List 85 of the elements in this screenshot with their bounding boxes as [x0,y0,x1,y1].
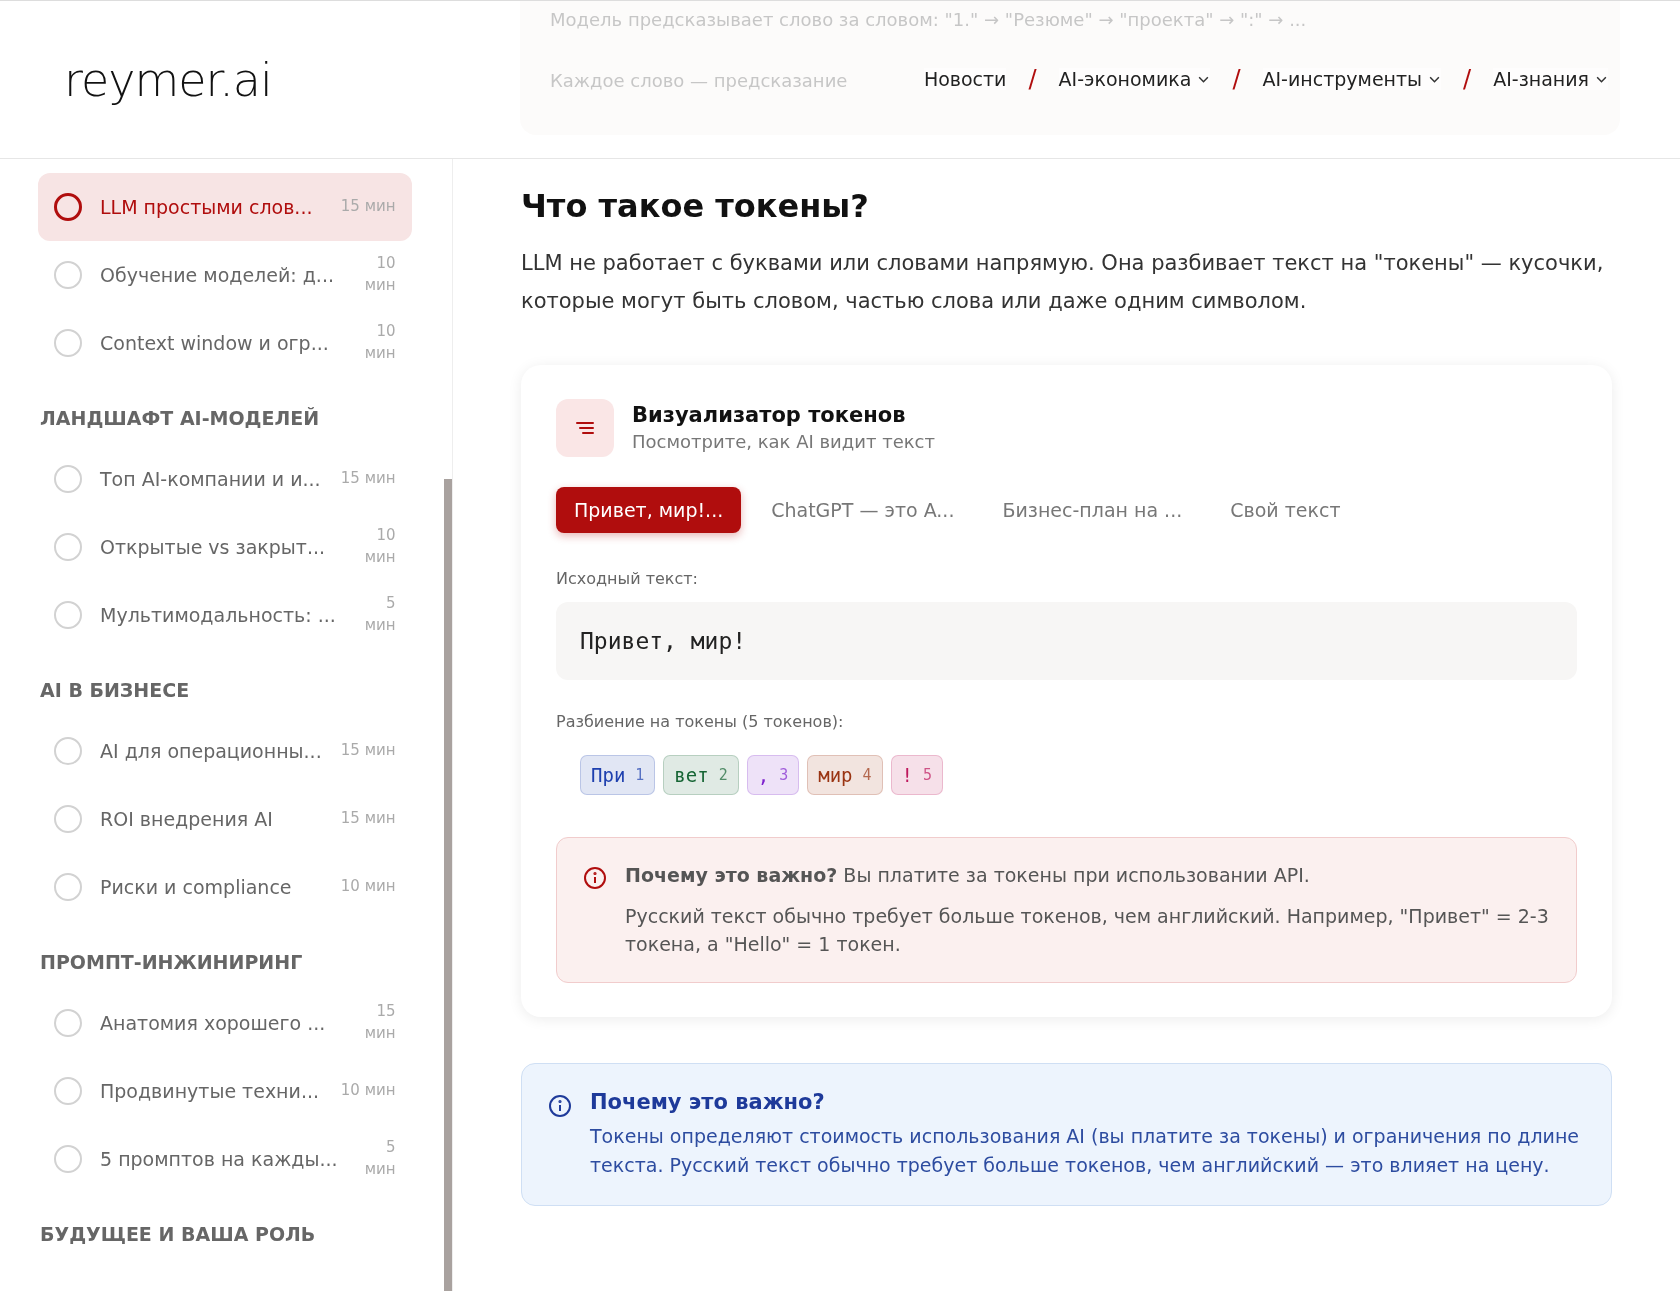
status-circle-icon [54,533,82,561]
lesson-title: Обучение моделей: д... [100,264,334,286]
lesson-duration: 10 мин [363,321,396,364]
token-index: 1 [635,765,645,784]
lesson-title: ROI внедрения AI [100,808,273,830]
lesson-item[interactable]: Риски и compliance 10 мин [38,853,412,921]
lesson-item[interactable]: Context window и огр... 10 мин [38,309,412,377]
status-circle-icon [54,1077,82,1105]
lesson-item[interactable]: AI для операционны... 15 мин [38,717,412,785]
lesson-item[interactable]: Обучение моделей: д... 10 мин [38,241,412,309]
status-circle-icon [54,601,82,629]
logo[interactable]: reymer.ai [64,52,272,107]
note-text: Русский текст обычно требует больше токенов, чем английский. Например, "Привет" = 2-3 токена, а "Hello" = 1 токен. [625,904,1550,957]
lesson-item[interactable]: Топ AI-компании и и... 15 мин [38,445,412,513]
example-tab[interactable]: Свой текст [1212,486,1359,533]
lesson-title: Открытые vs закрыт... [100,536,325,558]
page-heading: Что такое токены? [521,187,870,225]
status-circle-icon [54,329,82,357]
lesson-duration: 15 мин [339,740,396,762]
info-icon [583,865,607,890]
lesson-title: Продвинутые техни... [100,1080,319,1102]
slash-separator: / [1463,65,1472,93]
lesson-duration: 10 мин [363,525,396,568]
lesson-item[interactable]: Продвинутые техни... 10 мин [38,1057,412,1125]
lesson-duration: 15 мин [339,468,396,490]
lines-icon [556,398,614,457]
status-circle-icon [54,261,82,289]
field-label: Разбиение на токены (5 токенов): [556,711,845,731]
example-tab[interactable]: Привет, мир!... [556,486,742,533]
section-heading: БУДУЩЕЕ И ВАША РОЛЬ [40,1223,317,1245]
lesson-duration: 5 мин [363,1137,396,1180]
lesson-title: LLM простыми слов... [100,196,313,218]
callout-text: Токены определяют стоимость использования AI (вы платите за токены) и ограничения по длине текста. Русский текст обычно требует больше токенов, чем английский — это влияет на цену. [590,1124,1581,1178]
token-index: 3 [779,765,789,784]
card-title: Визуализатор токенов [632,403,907,428]
lesson-duration: 15 мин [339,808,396,830]
lesson-item[interactable]: 5 промптов на кажды... 5 мин [38,1125,412,1193]
token-text: ! [901,763,913,786]
lesson-duration: 10 мин [363,253,396,296]
token-text: , [757,763,770,786]
token-index: 5 [923,765,933,784]
lesson-item[interactable]: LLM простыми слов... 15 мин [38,173,412,241]
token-index: 2 [718,765,728,784]
token-text: При [591,763,626,786]
status-circle-icon [54,193,82,221]
status-circle-icon [54,873,82,901]
callout-title: Почему это важно? [590,1090,826,1115]
lesson-title: Анатомия хорошего ... [100,1012,326,1034]
section-heading: ПРОМПТ-ИНЖИНИРИНГ [40,951,304,973]
lesson-item[interactable]: Открытые vs закрыт... 10 мин [38,513,412,581]
intro-paragraph: LLM не работает с буквами или словами напрямую. Она разбивает текст на "токены" — кусочки, которые могут быть словом, частью слова или даже одним символом. [521,250,1605,315]
section-heading: ЛАНДШАФТ AI-МОДЕЛЕЙ [40,407,321,429]
lesson-title: 5 промптов на кажды... [100,1148,338,1170]
source-text-field[interactable]: Привет, мир! [556,601,1577,680]
lesson-duration: 15 мин [363,1001,396,1044]
slash-separator: / [1232,65,1241,93]
slash-separator: / [1028,65,1037,93]
token-index: 4 [862,765,872,784]
status-circle-icon [54,1009,82,1037]
status-circle-icon [54,805,82,833]
lesson-title: Топ AI-компании и и... [100,468,321,490]
example-tab[interactable]: Бизнес-план на ... [984,486,1201,533]
note-text: Почему это важно? Вы платите за токены при использовании API. [625,862,1311,888]
lesson-item[interactable]: Мультимодальность: ... 5 мин [38,581,412,649]
section-heading: AI В БИЗНЕСЕ [40,679,191,701]
lesson-duration: 10 мин [339,1080,396,1102]
lesson-title: AI для операционны... [100,740,322,762]
scrollbar-thumb[interactable] [443,479,452,1291]
token-text: вет [674,763,709,786]
lesson-duration: 15 мин [339,196,396,218]
card-subtitle: Посмотрите, как AI видит текст [632,431,935,453]
field-label: Исходный текст: [556,568,699,588]
lesson-title: Риски и compliance [100,876,292,898]
status-circle-icon [54,465,82,493]
lesson-duration: 10 мин [339,876,396,898]
example-tab[interactable]: ChatGPT — это A... [753,486,973,533]
lesson-item[interactable]: ROI внедрения AI 15 мин [38,785,412,853]
lesson-title: Мультимодальность: ... [100,604,336,626]
info-icon [548,1094,572,1119]
token-text: мир [818,763,853,786]
lesson-title: Context window и огр... [100,332,329,354]
status-circle-icon [54,737,82,765]
lesson-item[interactable]: Анатомия хорошего ... 15 мин [38,989,412,1057]
lesson-duration: 5 мин [363,593,396,636]
status-circle-icon [54,1145,82,1173]
